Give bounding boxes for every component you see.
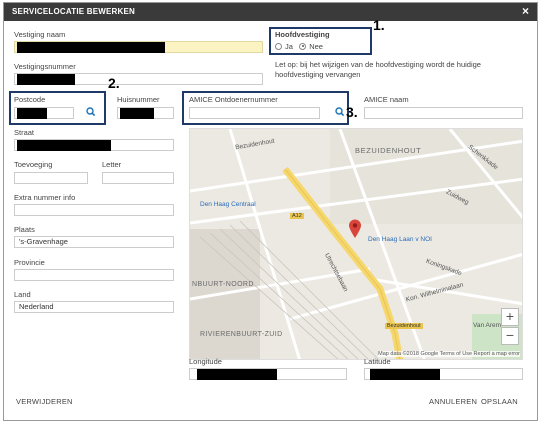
redacted-value (17, 140, 111, 151)
letter-input[interactable] (102, 172, 174, 184)
amice-ontdoenernummer-input[interactable] (189, 107, 320, 119)
save-button[interactable]: OPSLAAN (481, 397, 518, 406)
map-label-nbuurt: NBUURT-NOORD (192, 281, 254, 288)
vestiging-naam-label: Vestiging naam (14, 30, 66, 39)
redacted-value (197, 369, 277, 380)
toevoeging-label: Toevoeging (14, 160, 53, 169)
postcode-label: Postcode (14, 95, 46, 104)
redacted-value (17, 42, 165, 53)
amice-naam-label: AMICE naam (364, 95, 409, 104)
radio-nee[interactable]: Nee (299, 42, 323, 51)
postcode-search-button[interactable] (84, 106, 98, 118)
location-map[interactable]: Bezuidenhout BEZUIDENHOUT Schenkkade Zui… (189, 128, 523, 360)
map-label-rivierenbuurt: RIVIERENBUURT-ZUID (200, 331, 283, 338)
amice-naam-input[interactable] (364, 107, 523, 119)
dialog-titlebar: SERVICELOCATIE BEWERKEN × (4, 3, 537, 21)
straat-label: Straat (14, 128, 35, 137)
vestigingsnummer-label: Vestigingsnummer (14, 62, 76, 71)
hoofdvestiging-radio-group: Ja Nee (275, 42, 323, 51)
radio-ja-label: Ja (285, 42, 293, 51)
letter-label: Letter (102, 160, 122, 169)
map-label-badge: Bezuidenhout (385, 323, 423, 329)
amice-ontdoenernummer-label: AMICE Ontdoenernummer (189, 95, 278, 104)
longitude-label: Longitude (189, 357, 222, 366)
redacted-value (17, 108, 47, 119)
redacted-value (120, 108, 154, 119)
redacted-value (17, 74, 75, 85)
search-icon (86, 107, 96, 117)
delete-button[interactable]: VERWIJDEREN (16, 397, 73, 406)
extra-nummer-info-label: Extra nummer info (14, 193, 76, 202)
radio-nee-icon (299, 42, 307, 50)
cancel-button[interactable]: ANNULEREN (429, 397, 477, 406)
latitude-label: Latitude (364, 357, 391, 366)
radio-nee-label: Nee (309, 42, 323, 51)
toevoeging-input[interactable] (14, 172, 88, 184)
search-icon (335, 107, 345, 117)
annotation-3: 3. (346, 104, 358, 120)
extra-nummer-info-input[interactable] (14, 204, 174, 216)
redacted-value (370, 369, 440, 380)
provincie-label: Provincie (14, 258, 45, 267)
land-input[interactable]: Nederland (14, 301, 174, 313)
provincie-input[interactable] (14, 269, 174, 281)
map-pin-icon (349, 219, 361, 238)
map-label-station: Den Haag Centraal (200, 201, 256, 208)
land-label: Land (14, 290, 31, 299)
hoofdvestiging-note: Let op: bij het wijzigen van de hoofdves… (275, 60, 481, 79)
map-label-a12: A12 (290, 213, 304, 219)
amice-search-button[interactable] (333, 106, 347, 118)
annotation-2: 2. (108, 75, 120, 91)
plaats-label: Plaats (14, 225, 35, 234)
dialog-title: SERVICELOCATIE BEWERKEN (12, 7, 135, 16)
plaats-input[interactable]: 's-Gravenhage (14, 236, 174, 248)
map-attribution: Map data ©2018 Google Terms of Use Repor… (378, 351, 520, 357)
annotation-1: 1. (373, 17, 385, 33)
map-label-district: BEZUIDENHOUT (355, 146, 422, 155)
radio-ja[interactable]: Ja (275, 42, 293, 51)
map-zoom-in-button[interactable]: + (501, 308, 519, 326)
radio-ja-icon (275, 42, 282, 50)
close-icon[interactable]: × (522, 5, 529, 17)
huisnummer-label: Huisnummer (117, 95, 160, 104)
map-label-van-arem: Van Arem (473, 322, 502, 329)
map-zoom-out-button[interactable]: − (501, 327, 519, 345)
edit-service-location-dialog: SERVICELOCATIE BEWERKEN × Vestiging naam… (3, 2, 538, 421)
map-label-station-laan: Den Haag Laan v NOI (368, 236, 432, 243)
hoofdvestiging-label: Hoofdvestiging (275, 30, 330, 39)
